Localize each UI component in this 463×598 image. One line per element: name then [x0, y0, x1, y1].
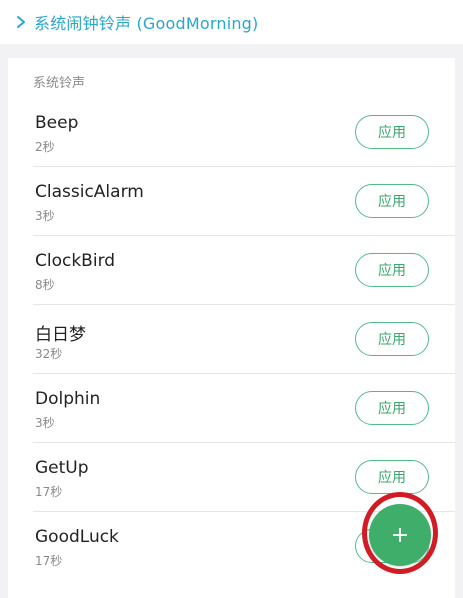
- list-item[interactable]: GetUp 17秒 应用: [8, 444, 455, 512]
- ringtone-name: Dolphin: [35, 389, 101, 409]
- section-title: 系统铃声: [33, 76, 86, 91]
- divider: [33, 235, 455, 236]
- plus-icon: +: [390, 522, 410, 548]
- divider: [33, 304, 455, 305]
- chevron-right-icon[interactable]: [14, 15, 28, 29]
- apply-button[interactable]: 应用: [355, 460, 429, 494]
- apply-button[interactable]: 应用: [355, 322, 429, 356]
- header-bar: 系统闹钟铃声 (GoodMorning): [0, 0, 463, 44]
- list-item[interactable]: Dolphin 3秒 应用: [8, 375, 455, 443]
- ringtone-duration: 3秒: [35, 416, 55, 430]
- ringtone-name: GetUp: [35, 458, 89, 478]
- list-item[interactable]: Beep 2秒 应用: [8, 99, 455, 167]
- divider: [33, 373, 455, 374]
- ringtone-name: GoodLuck: [35, 527, 119, 547]
- divider: [33, 166, 455, 167]
- apply-button[interactable]: 应用: [355, 253, 429, 287]
- page-title[interactable]: 系统闹钟铃声 (GoodMorning): [34, 10, 258, 34]
- apply-button[interactable]: 应用: [355, 391, 429, 425]
- ringtone-duration: 32秒: [35, 347, 63, 361]
- ringtone-duration: 3秒: [35, 209, 55, 223]
- ringtone-duration: 8秒: [35, 278, 55, 292]
- ringtone-duration: 17秒: [35, 554, 63, 568]
- ringtone-name: 白日梦: [35, 325, 86, 345]
- ringtone-duration: 17秒: [35, 485, 63, 499]
- apply-button[interactable]: 应用: [355, 115, 429, 149]
- ringtone-name: ClockBird: [35, 251, 116, 271]
- divider: [33, 442, 455, 443]
- list-item[interactable]: 白日梦 32秒 应用: [8, 306, 455, 374]
- ringtone-name: Beep: [35, 113, 79, 133]
- ringtone-duration: 2秒: [35, 140, 55, 154]
- add-ringtone-button[interactable]: +: [369, 504, 431, 566]
- list-item[interactable]: ClassicAlarm 3秒 应用: [8, 168, 455, 236]
- ringtone-name: ClassicAlarm: [35, 182, 144, 202]
- apply-button[interactable]: 应用: [355, 184, 429, 218]
- list-item[interactable]: ClockBird 8秒 应用: [8, 237, 455, 305]
